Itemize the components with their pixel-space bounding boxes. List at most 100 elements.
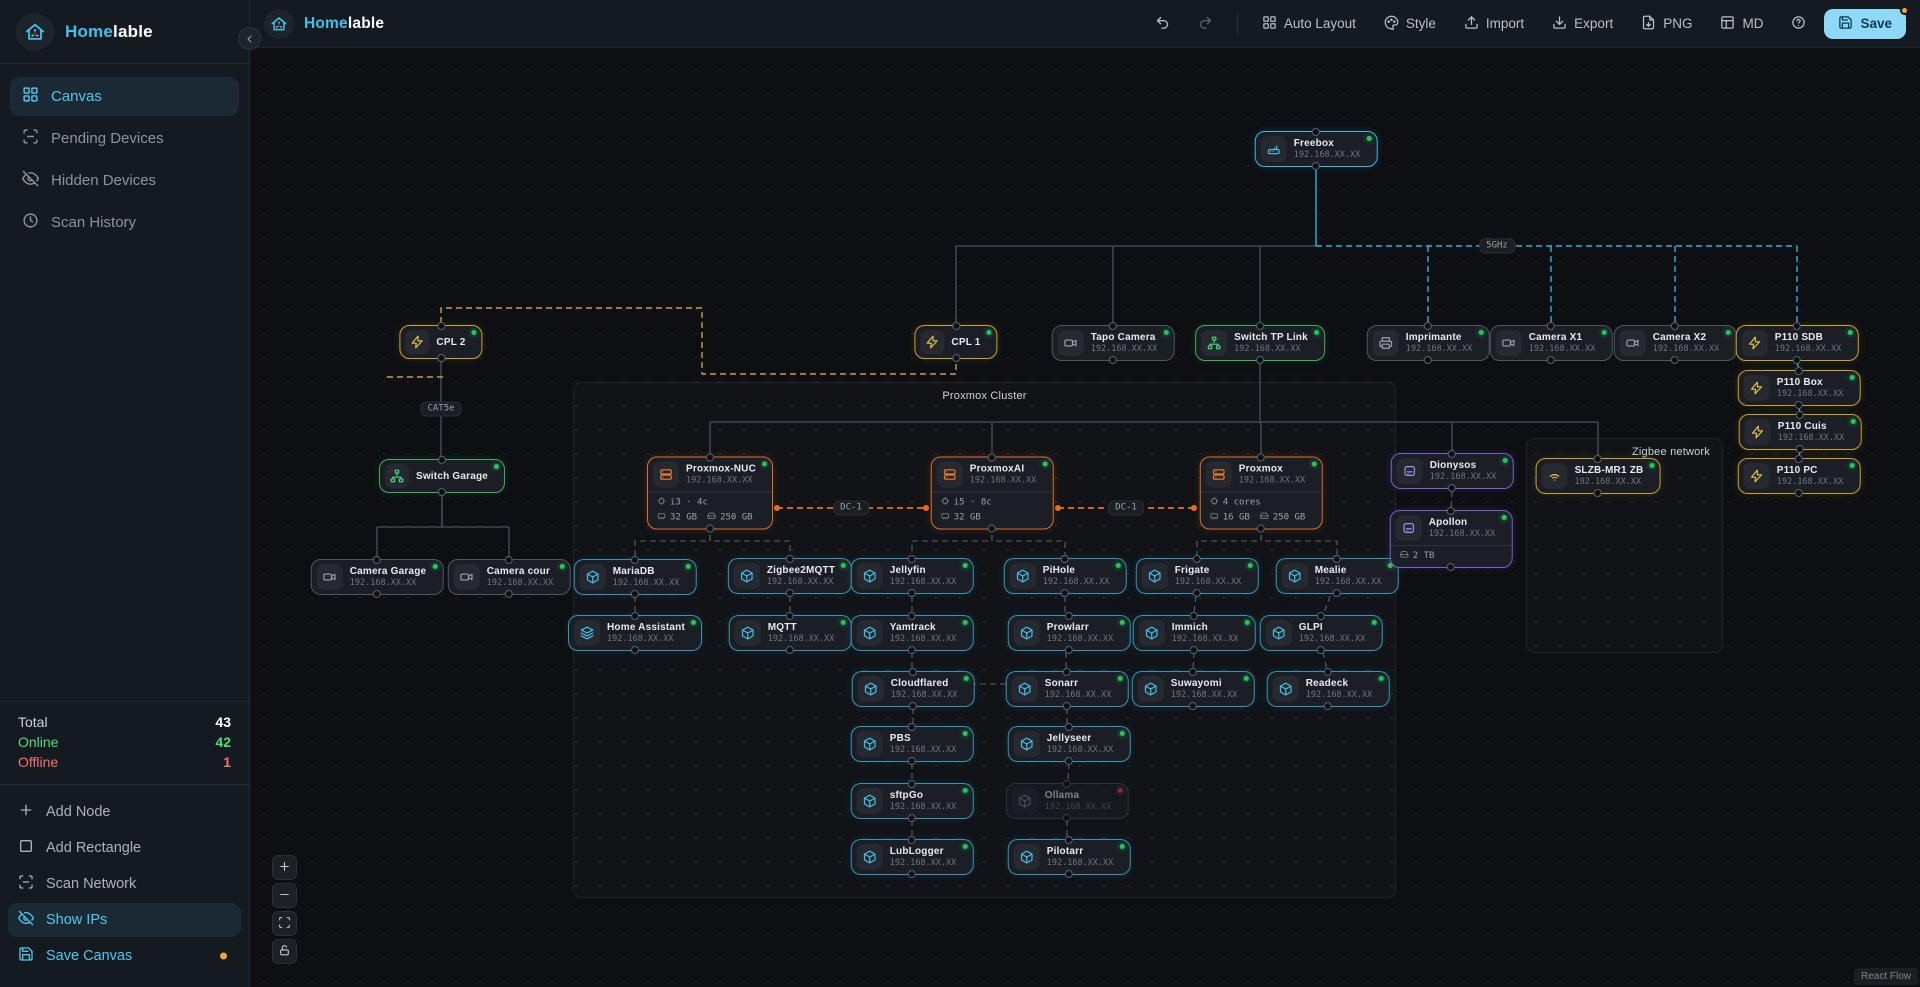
sidebar-item-canvas[interactable]: Canvas: [10, 77, 239, 116]
add-node-button[interactable]: Add Node: [8, 795, 241, 829]
node-camera-cour[interactable]: Camera cour192.168.XX.XX: [448, 559, 571, 595]
node-lublogger[interactable]: LubLogger192.168.XX.XX: [851, 839, 974, 875]
node-camera-garage[interactable]: Camera Garage192.168.XX.XX: [311, 559, 444, 595]
add-rectangle-button[interactable]: Add Rectangle: [8, 831, 241, 865]
lock-button[interactable]: [272, 939, 297, 964]
scan-network-button[interactable]: Scan Network: [8, 867, 241, 901]
node-prowlarr[interactable]: Prowlarr192.168.XX.XX: [1008, 615, 1131, 651]
sidebar-item-pending-devices[interactable]: Pending Devices: [10, 119, 239, 158]
auto-layout-button[interactable]: Auto Layout: [1252, 9, 1366, 39]
node-title: LubLogger: [890, 846, 957, 857]
node-title: PBS: [890, 733, 957, 744]
power-icon: [920, 330, 944, 354]
flow-canvas[interactable]: Proxmox ClusterZigbee network CAT5e5GHzD…: [0, 0, 1920, 987]
node-sonarr[interactable]: Sonarr192.168.XX.XX: [1006, 671, 1129, 707]
undo-icon: [1155, 15, 1170, 33]
unsaved-badge: [1900, 6, 1909, 15]
node-readeck[interactable]: Readeck192.168.XX.XX: [1267, 671, 1390, 707]
camera-icon: [1620, 330, 1646, 356]
node-pihole[interactable]: PiHole192.168.XX.XX: [1004, 558, 1127, 594]
node-sftpgo[interactable]: sftpGo192.168.XX.XX: [851, 783, 974, 819]
redo-button[interactable]: [1188, 9, 1223, 39]
status-dot: [1311, 462, 1316, 467]
undo-button[interactable]: [1145, 9, 1180, 39]
node-switch-garage[interactable]: Switch Garage: [379, 459, 505, 493]
node-yamtrack[interactable]: Yamtrack192.168.XX.XX: [851, 615, 974, 651]
node-title: MariaDB: [613, 566, 680, 577]
save-canvas-button[interactable]: Save Canvas: [8, 939, 241, 973]
node-tapo-camera[interactable]: Tapo Camera192.168.XX.XX: [1052, 325, 1175, 361]
sidebar-collapse-button[interactable]: [238, 27, 261, 50]
node-dionysos[interactable]: Dionysos192.168.XX.XX: [1391, 453, 1514, 489]
node-mealie[interactable]: Mealie192.168.XX.XX: [1276, 558, 1399, 594]
save-button[interactable]: Save: [1824, 9, 1906, 39]
status-dot: [1849, 375, 1854, 380]
node-cpl-1[interactable]: CPL 1: [914, 325, 997, 359]
node-camera-x2[interactable]: Camera X2192.168.XX.XX: [1614, 325, 1737, 361]
md-button[interactable]: MD: [1710, 9, 1773, 39]
node-freebox[interactable]: Freebox192.168.XX.XX: [1255, 131, 1378, 167]
node-home-assistant[interactable]: Home Assistant192.168.XX.XX: [568, 615, 702, 651]
status-dot: [962, 731, 967, 736]
package-icon: [1010, 563, 1036, 589]
node-apollon[interactable]: Apollon192.168.XX.XX2 TB: [1390, 510, 1513, 568]
ram-icon: [657, 512, 666, 524]
node-p110-box[interactable]: P110 Box192.168.XX.XX: [1738, 370, 1861, 406]
node-cpl-2[interactable]: CPL 2: [399, 325, 482, 359]
node-p110-cuis[interactable]: P110 Cuis192.168.XX.XX: [1739, 414, 1862, 450]
status-dot: [1119, 731, 1124, 736]
node-proxmox[interactable]: Proxmox192.168.XX.XX4 cores16 GB250 GB: [1200, 457, 1323, 530]
node-pbs[interactable]: PBS192.168.XX.XX: [851, 726, 974, 762]
sidebar-nav: CanvasPending DevicesHidden DevicesScan …: [0, 64, 249, 245]
node-proxmoxai[interactable]: ProxmoxAI192.168.XX.XXi5 · 8c32 GB: [931, 457, 1054, 530]
power-icon: [405, 330, 429, 354]
node-jellyfin[interactable]: Jellyfin192.168.XX.XX: [851, 558, 974, 594]
node-p110-pc[interactable]: P110 PC192.168.XX.XX: [1738, 458, 1861, 494]
power-icon: [1744, 463, 1770, 489]
node-p110-sdb[interactable]: P110 SDB192.168.XX.XX: [1736, 325, 1859, 361]
node-mariadb[interactable]: MariaDB192.168.XX.XX: [574, 559, 697, 595]
node-proxmox-nuc[interactable]: Proxmox-NUC192.168.XX.XXi3 · 4c32 GB250 …: [647, 457, 773, 530]
style-button[interactable]: Style: [1374, 9, 1446, 39]
camera-icon: [1496, 330, 1522, 356]
node-jellyseer[interactable]: Jellyseer192.168.XX.XX: [1008, 726, 1131, 762]
node-glpi[interactable]: GLPI192.168.XX.XX: [1260, 615, 1383, 651]
node-frigate[interactable]: Frigate192.168.XX.XX: [1136, 558, 1259, 594]
node-ip: 192.168.XX.XX: [1239, 476, 1306, 486]
node-ip: 192.168.XX.XX: [1777, 389, 1844, 399]
node-ollama[interactable]: Ollama192.168.XX.XX: [1006, 783, 1129, 819]
help-button[interactable]: [1781, 9, 1816, 39]
canvas-controls: [272, 855, 297, 964]
cpu-icon: [1210, 497, 1219, 509]
fit-view-button[interactable]: [272, 911, 297, 936]
node-cloudflared[interactable]: Cloudflared192.168.XX.XX: [852, 671, 975, 707]
show-ips-button[interactable]: Show IPs: [8, 903, 241, 937]
node-zigbee2mqtt[interactable]: Zigbee2MQTT192.168.XX.XX: [728, 558, 852, 594]
save-icon: [1838, 15, 1853, 33]
node-title: Dionysos: [1430, 460, 1497, 471]
sidebar-item-hidden-devices[interactable]: Hidden Devices: [10, 161, 239, 200]
status-dot: [963, 676, 968, 681]
sidebar-item-scan-history[interactable]: Scan History: [10, 203, 239, 242]
zoom-out-button[interactable]: [272, 883, 297, 908]
import-button[interactable]: Import: [1454, 9, 1534, 39]
node-suwayomi[interactable]: Suwayomi192.168.XX.XX: [1132, 671, 1255, 707]
node-pilotarr[interactable]: Pilotarr192.168.XX.XX: [1008, 839, 1131, 875]
png-button[interactable]: PNG: [1631, 9, 1702, 39]
unsaved-badge: [220, 953, 227, 960]
node-title: Switch Garage: [416, 471, 488, 482]
node-immich[interactable]: Immich192.168.XX.XX: [1133, 615, 1256, 651]
node-switch-tp-link[interactable]: Switch TP Link192.168.XX.XX: [1195, 325, 1325, 361]
help-icon: [1791, 15, 1806, 33]
node-imprimante[interactable]: Imprimante192.168.XX.XX: [1367, 325, 1490, 361]
md-icon: [1720, 15, 1735, 33]
node-camera-x1[interactable]: Camera X1192.168.XX.XX: [1490, 325, 1613, 361]
node-mqtt[interactable]: MQTT192.168.XX.XX: [729, 615, 852, 651]
node-title: Camera X2: [1653, 332, 1720, 343]
layers-icon: [574, 620, 600, 646]
zoom-in-button[interactable]: [272, 855, 297, 880]
node-ip: 192.168.XX.XX: [768, 634, 835, 644]
node-slzb-mr1-zb[interactable]: SLZB-MR1 ZB192.168.XX.XX: [1536, 458, 1661, 494]
sidebar-logo: Homelable: [0, 0, 249, 64]
export-button[interactable]: Export: [1542, 9, 1623, 39]
